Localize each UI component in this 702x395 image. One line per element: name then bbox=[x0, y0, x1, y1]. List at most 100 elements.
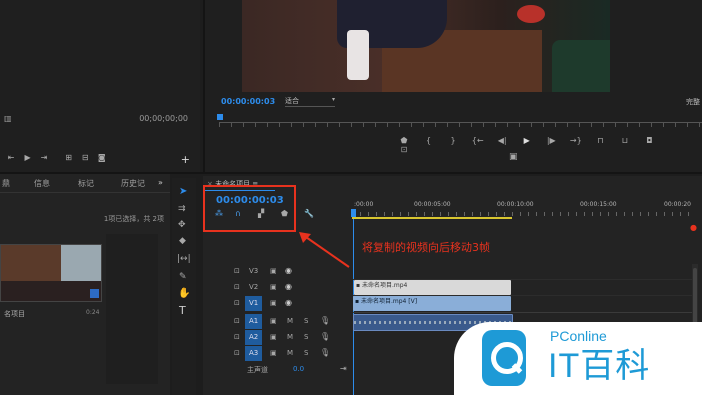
mark-out-icon[interactable]: } bbox=[442, 136, 464, 145]
sync-lock-icon[interactable]: ▣ bbox=[270, 317, 277, 325]
microphone-icon[interactable]: 🎙 bbox=[320, 332, 330, 341]
razor-tool-icon[interactable]: ◆ bbox=[179, 236, 186, 246]
type-tool-icon[interactable]: T bbox=[179, 304, 186, 317]
comparison-view-icon[interactable]: ▣ bbox=[509, 152, 518, 162]
ruler-label: :00:00 bbox=[354, 201, 374, 208]
ruler-label: 00:00:10:00 bbox=[497, 201, 534, 208]
tab-markers[interactable]: 标记 bbox=[78, 178, 94, 189]
clip-v1-label: 未命名项目.mp4 [V] bbox=[361, 298, 418, 305]
solo-button[interactable]: S bbox=[304, 349, 308, 357]
project-tabs: 鼎 信息 标记 历史记 » bbox=[0, 178, 170, 190]
step-back-icon[interactable]: ◀| bbox=[491, 136, 513, 145]
master-track-label: 主声道 bbox=[247, 366, 268, 374]
solo-button[interactable]: S bbox=[304, 333, 308, 341]
annotation-text: 将复制的视频向后移动3帧 bbox=[362, 241, 490, 254]
track-label[interactable]: V1 bbox=[249, 299, 258, 307]
source-left-marker: ▥ bbox=[4, 114, 12, 123]
clip-v2[interactable]: ▪ 未命名项目.mp4 bbox=[354, 280, 511, 295]
track-label[interactable]: V3 bbox=[249, 267, 258, 275]
eye-icon[interactable]: ◉ bbox=[285, 298, 292, 307]
ripple-edit-tool-icon[interactable]: ✥ bbox=[178, 220, 186, 230]
sofa-shape bbox=[552, 40, 610, 92]
solo-button[interactable]: S bbox=[304, 317, 308, 325]
lock-icon[interactable]: ⊡ bbox=[234, 267, 240, 275]
mute-button[interactable]: M bbox=[287, 333, 293, 341]
quality-label[interactable]: 完整 bbox=[686, 97, 700, 107]
tab-history[interactable]: 历史记 bbox=[121, 178, 145, 189]
program-scrubber[interactable] bbox=[217, 112, 702, 128]
mute-button[interactable]: M bbox=[287, 317, 293, 325]
camera-icon[interactable]: ◘ bbox=[638, 136, 660, 145]
go-to-end-icon[interactable]: ⇥ bbox=[340, 364, 347, 373]
watermark-logo-icon bbox=[482, 330, 526, 386]
scroll-indicator-icon[interactable]: ● bbox=[690, 223, 697, 232]
track-select-tool-icon[interactable]: ⇉ bbox=[178, 204, 186, 214]
timeline-ruler[interactable]: :00:00 00:00:05:00 00:00:10:00 00:00:15:… bbox=[351, 201, 692, 221]
step-forward-icon[interactable]: ⇥ bbox=[37, 153, 51, 162]
eye-icon[interactable]: ◉ bbox=[285, 266, 292, 275]
sync-lock-icon[interactable]: ▣ bbox=[270, 349, 277, 357]
add-button-icon[interactable]: + bbox=[181, 153, 190, 166]
lock-icon[interactable]: ⊡ bbox=[234, 283, 240, 291]
mute-button[interactable]: M bbox=[287, 349, 293, 357]
mark-in-icon[interactable]: ⇤ bbox=[4, 153, 18, 162]
microphone-icon[interactable]: 🎙 bbox=[320, 348, 330, 357]
mark-in-icon[interactable]: { bbox=[418, 136, 440, 145]
lock-icon[interactable]: ⊡ bbox=[234, 317, 240, 325]
project-clip-label: 名项目 bbox=[4, 310, 25, 318]
overwrite-icon[interactable]: ⊟ bbox=[78, 153, 92, 162]
lock-icon[interactable]: ⊡ bbox=[234, 333, 240, 341]
export-frame-icon[interactable]: ◙ bbox=[95, 153, 109, 162]
track-label[interactable]: A3 bbox=[249, 349, 258, 357]
lock-icon[interactable]: ⊡ bbox=[234, 299, 240, 307]
lock-icon[interactable]: ⊡ bbox=[234, 349, 240, 357]
program-timecode[interactable]: 00:00:00:03 bbox=[221, 97, 275, 106]
sync-lock-icon[interactable]: ▣ bbox=[270, 333, 277, 341]
play-icon[interactable]: ▶ bbox=[516, 136, 538, 145]
settings-wrench-icon[interactable]: 🔧 bbox=[304, 209, 314, 218]
go-to-out-icon[interactable]: →} bbox=[565, 136, 587, 145]
microphone-icon[interactable]: 🎙 bbox=[320, 316, 330, 325]
project-clip-thumbnail[interactable] bbox=[0, 244, 102, 302]
track-label[interactable]: A2 bbox=[249, 333, 258, 341]
slip-tool-icon[interactable]: |↔| bbox=[177, 254, 191, 264]
selection-tool-icon[interactable]: ➤ bbox=[179, 186, 187, 197]
program-transport: ⬟ { } {← ◀| ▶ |▶ →} ⊓ ⊔ ◘ ⊡ bbox=[393, 136, 673, 154]
add-marker-icon[interactable]: ⬟ bbox=[393, 136, 415, 145]
watermark-brand: PConline bbox=[550, 328, 607, 344]
watermark-name: IT百科 bbox=[548, 347, 651, 385]
project-panel: 鼎 信息 标记 历史记 » 1项已选择，共 2项 名项目 0:24 bbox=[0, 174, 170, 395]
character-legs bbox=[347, 30, 369, 80]
track-label[interactable]: A1 bbox=[249, 317, 258, 325]
sync-lock-icon[interactable]: ▣ bbox=[270, 267, 277, 275]
sync-lock-icon[interactable]: ▣ bbox=[270, 283, 277, 291]
tab-info[interactable]: 信息 bbox=[34, 178, 50, 189]
pen-tool-icon[interactable]: ✎ bbox=[179, 272, 187, 282]
insert-icon[interactable]: ⊞ bbox=[62, 153, 76, 162]
program-monitor: 00:00:00:03 适合 ▾ 完整 ⬟ { } {← ◀| ▶ |▶ →} … bbox=[205, 0, 702, 172]
work-area-bar[interactable] bbox=[352, 217, 512, 219]
clip-v2-label: 未命名项目.mp4 bbox=[362, 282, 408, 289]
hand-tool-icon[interactable]: ✋ bbox=[178, 288, 190, 299]
master-track-value[interactable]: 0.0 bbox=[293, 365, 304, 373]
tab-underline bbox=[0, 192, 170, 193]
ruler-label: 00:00:05:00 bbox=[414, 201, 451, 208]
fit-dropdown-label: 适合 bbox=[285, 97, 299, 105]
clip-badge-icon bbox=[90, 289, 99, 298]
step-forward-icon[interactable]: |▶ bbox=[540, 136, 562, 145]
tab-project[interactable]: 鼎 bbox=[2, 178, 10, 189]
lift-icon[interactable]: ⊓ bbox=[589, 136, 611, 145]
track-label[interactable]: V2 bbox=[249, 283, 258, 291]
extract-icon[interactable]: ⊔ bbox=[614, 136, 636, 145]
play-icon[interactable]: ▶ bbox=[21, 153, 35, 162]
fit-dropdown[interactable]: 适合 ▾ bbox=[285, 96, 335, 107]
timeline-playhead[interactable] bbox=[351, 209, 356, 217]
more-tabs-icon[interactable]: » bbox=[158, 178, 163, 187]
button-editor-icon[interactable]: ⊡ bbox=[393, 145, 415, 154]
project-grid-slot bbox=[106, 234, 158, 384]
playhead-marker[interactable] bbox=[217, 114, 223, 120]
clip-v1[interactable]: ▪ 未命名项目.mp4 [V] bbox=[353, 296, 511, 311]
sync-lock-icon[interactable]: ▣ bbox=[270, 299, 277, 307]
eye-icon[interactable]: ◉ bbox=[285, 282, 292, 291]
go-to-in-icon[interactable]: {← bbox=[467, 136, 489, 145]
